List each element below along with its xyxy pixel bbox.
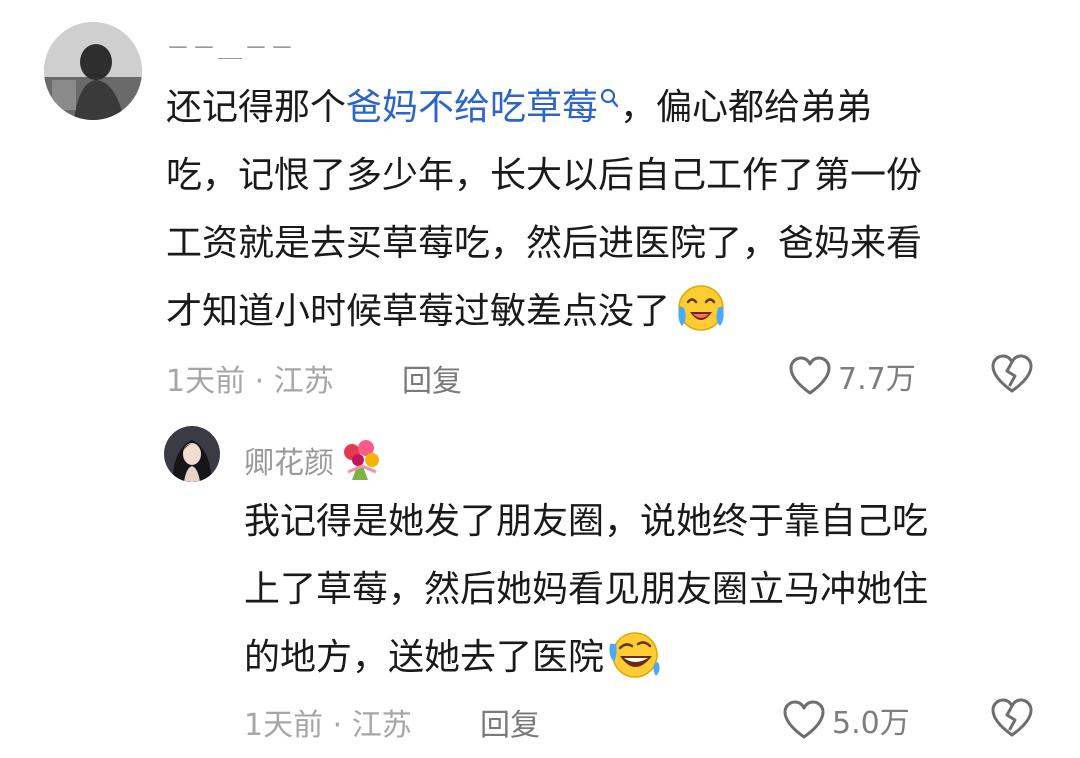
- comment-line3: 的地方，送她去了医院: [244, 637, 605, 678]
- comment-text-prefix: 还记得那个: [166, 87, 347, 128]
- search-link[interactable]: 爸妈不给吃草莓: [346, 87, 620, 128]
- reply-comment: 卿花颜 我记得是她发了朋友圈，说她终于靠自己吃 上了草莓，然后她妈看见朋友圈立马…: [0, 410, 1080, 758]
- comment-line: 还记得那个爸妈不给吃草莓 ，偏心都给弟弟: [166, 74, 922, 142]
- comment-line: 上了草莓，然后她妈看见朋友圈立马冲她住: [244, 569, 929, 610]
- comment-line1-rest: ，偏心都给弟弟: [620, 87, 873, 128]
- avatar[interactable]: [44, 22, 142, 120]
- comment-line: 吃，记恨了多少年，长大以后自己工作了第一份: [166, 155, 923, 196]
- heart-icon: [789, 356, 831, 395]
- tears-of-joy-emoji-icon: [678, 285, 724, 331]
- username-text: 卿花颜: [244, 446, 334, 481]
- search-link-text: 爸妈不给吃草莓: [346, 87, 599, 128]
- broken-heart-icon: [991, 354, 1033, 393]
- comment-line: 才知道小时候草莓过敏差点没了: [166, 278, 922, 346]
- dislike-button[interactable]: [990, 698, 1034, 742]
- heart-icon: [783, 700, 825, 739]
- comment-text: 还记得那个爸妈不给吃草莓 ，偏心都给弟弟 吃，记恨了多少年，长大以后自己工作了第一…: [166, 74, 922, 346]
- avatar-image: [164, 426, 220, 482]
- like-count: 7.7万: [838, 362, 916, 397]
- comment: －－＿－－ 还记得那个爸妈不给吃草莓 ，偏心都给弟弟 吃，记恨了多少年，长大以后自…: [0, 0, 1080, 410]
- avatar[interactable]: [164, 426, 220, 482]
- comment-meta: 1天前 · 江苏: [166, 364, 334, 399]
- avatar-image: [44, 22, 142, 120]
- comment-meta: 1天前 · 江苏: [244, 708, 412, 743]
- reply-button[interactable]: 回复: [402, 356, 462, 400]
- broken-heart-icon: [991, 698, 1033, 737]
- username[interactable]: 卿花颜: [244, 438, 384, 482]
- reply-button[interactable]: 回复: [480, 700, 540, 744]
- like-button[interactable]: 5.0万: [782, 698, 910, 742]
- comment-text: 我记得是她发了朋友圈，说她终于靠自己吃 上了草莓，然后她妈看见朋友圈立马冲她住 …: [244, 488, 928, 692]
- rolling-laughing-emoji-icon: [609, 632, 660, 678]
- bouquet-emoji-icon: [344, 440, 379, 480]
- comment-line: 工资就是去买草莓吃，然后进医院了，爸妈来看: [166, 223, 923, 264]
- like-count: 5.0万: [832, 706, 910, 741]
- comment-line4: 才知道小时候草莓过敏差点没了: [166, 291, 671, 332]
- comment-line: 的地方，送她去了医院: [244, 624, 928, 692]
- username[interactable]: －－＿－－: [166, 28, 296, 63]
- dislike-button[interactable]: [990, 354, 1034, 398]
- like-button[interactable]: 7.7万: [788, 354, 916, 398]
- comment-line: 我记得是她发了朋友圈，说她终于靠自己吃: [244, 501, 929, 542]
- search-icon: [600, 88, 619, 108]
